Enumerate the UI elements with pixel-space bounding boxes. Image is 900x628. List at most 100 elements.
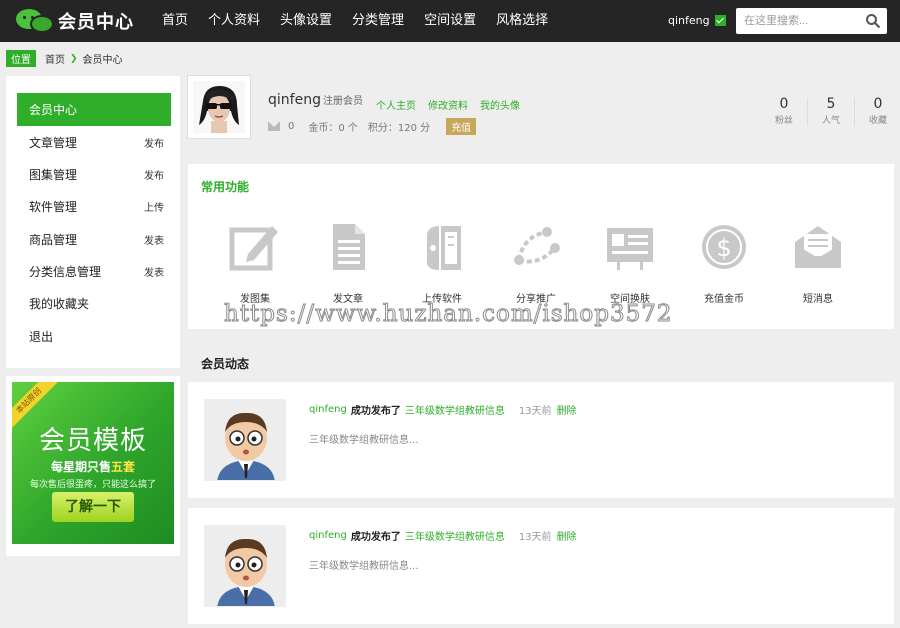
- breadcrumb-home[interactable]: 首页: [45, 51, 65, 66]
- breadcrumb: 位置 首页 ❯ 会员中心: [6, 50, 123, 67]
- sidebar-item-favorites[interactable]: 我的收藏夹: [17, 287, 171, 320]
- sidebar-item-label: 文章管理: [29, 136, 78, 150]
- dropdown-check-icon: [714, 15, 726, 26]
- panel-title: 常用功能: [201, 180, 250, 194]
- main-nav: 首页 个人资料 头像设置 分类管理 空间设置 风格选择: [152, 0, 558, 42]
- link-homepage[interactable]: 个人主页: [376, 97, 416, 112]
- recharge-button[interactable]: 充值: [446, 118, 477, 135]
- activity-line: qinfeng 成功发布了 三年级数学组教研信息 13天前 删除: [309, 528, 577, 543]
- delete-link[interactable]: 删除: [557, 528, 577, 543]
- stat-value: 5: [826, 96, 836, 112]
- sidebar-item-label: 软件管理: [29, 200, 78, 214]
- func-label: 充值金币: [704, 294, 744, 305]
- profile-stats: 0 粉丝 5 人气 0 收藏: [761, 96, 900, 126]
- nav-category-management[interactable]: 分类管理: [342, 0, 414, 42]
- stat-label: 收藏: [868, 116, 887, 126]
- sidebar-item-articles[interactable]: 文章管理 发布: [17, 126, 171, 159]
- message-icon: [795, 226, 841, 268]
- func-share-promote[interactable]: 分享推广: [496, 220, 576, 305]
- sidebar-item-action[interactable]: 发表: [144, 232, 164, 247]
- avatar[interactable]: [204, 525, 286, 607]
- coin-balance: 金币：0 个: [308, 123, 358, 134]
- activity-verb: 成功发布了: [350, 532, 401, 543]
- edit-icon: [229, 226, 278, 271]
- banner-sub-prefix: 每星期只售: [50, 460, 111, 474]
- activity-desc: 三年级数学组教研信息...: [309, 561, 419, 572]
- profile-info: 0 金币：0 个 积分：120 分 充值: [268, 118, 477, 135]
- wechat-logo-icon: [16, 7, 56, 35]
- delete-link[interactable]: 删除: [557, 402, 577, 417]
- search-input[interactable]: [736, 8, 854, 34]
- activity-user[interactable]: qinfeng: [309, 404, 347, 415]
- profile-role: 注册会员: [322, 96, 363, 107]
- sidebar-item-software[interactable]: 软件管理 上传: [17, 190, 171, 223]
- sidebar-item-label: 会员中心: [29, 103, 78, 117]
- sidebar-item-label: 图集管理: [29, 168, 78, 182]
- avatar[interactable]: [204, 399, 286, 481]
- logo[interactable]: 会员中心: [16, 7, 134, 35]
- sidebar-item-label: 退出: [29, 330, 54, 344]
- profile-links: 个人主页 修改资料 我的头像: [376, 97, 520, 112]
- activity-desc: 三年级数学组教研信息...: [309, 435, 419, 446]
- user-menu[interactable]: qinfeng: [668, 14, 726, 27]
- func-recharge-coins[interactable]: $ 充值金币: [684, 220, 764, 305]
- stat-favorites[interactable]: 0 收藏: [855, 96, 900, 126]
- banner-line: 每次售后很蛋疼，只能这么搞了: [29, 480, 156, 490]
- svg-text:$: $: [716, 234, 731, 262]
- sidebar-item-classifieds[interactable]: 分类信息管理 发表: [17, 255, 171, 288]
- banner-sub-highlight: 五套: [111, 460, 136, 474]
- profile-name: qinfeng 注册会员: [268, 92, 363, 108]
- promo-banner[interactable]: 本站原创 会员模板 每星期只售五套 每次售后很蛋疼，只能这么搞了 了解一下: [6, 376, 180, 556]
- nav-space-settings[interactable]: 空间设置: [414, 0, 486, 42]
- message-count: 0: [288, 121, 295, 132]
- sidebar-item-products[interactable]: 商品管理 发表: [17, 223, 171, 256]
- sidebar-item-action[interactable]: 上传: [144, 199, 164, 214]
- activity-target[interactable]: 三年级数学组教研信息: [405, 402, 505, 417]
- share-icon: [514, 227, 560, 265]
- stat-label: 粉丝: [774, 116, 793, 126]
- sidebar-item-action[interactable]: 发布: [144, 135, 164, 150]
- func-post-album[interactable]: 发图集: [215, 220, 295, 305]
- breadcrumb-current: 会员中心: [82, 55, 123, 66]
- avatar: [193, 81, 245, 133]
- func-change-skin[interactable]: 空间换肤: [590, 220, 670, 305]
- activity-item: qinfeng 成功发布了 三年级数学组教研信息 13天前 删除 三年级数学组教…: [188, 508, 894, 624]
- nav-avatar-settings[interactable]: 头像设置: [270, 0, 342, 42]
- activity-user[interactable]: qinfeng: [309, 530, 347, 541]
- func-upload-software[interactable]: 上传软件: [402, 220, 482, 305]
- nav-profile[interactable]: 个人资料: [198, 0, 270, 42]
- watermark-text: https://www.huzhan.com/ishop3572: [223, 301, 673, 328]
- breadcrumb-tag: 位置: [6, 50, 36, 67]
- nav-home[interactable]: 首页: [152, 0, 198, 42]
- stat-value: 0: [873, 96, 883, 112]
- sidebar-item-label: 商品管理: [29, 233, 78, 247]
- sidebar-item-albums[interactable]: 图集管理 发布: [17, 158, 171, 191]
- sidebar-item-action[interactable]: 发布: [144, 167, 164, 182]
- link-my-avatar[interactable]: 我的头像: [480, 97, 520, 112]
- sidebar-item-member-center[interactable]: 会员中心: [17, 93, 171, 126]
- coin-icon: $: [702, 225, 746, 269]
- activity-target[interactable]: 三年级数学组教研信息: [405, 528, 505, 543]
- sidebar-item-logout[interactable]: 退出: [17, 320, 171, 353]
- profile-avatar[interactable]: [187, 75, 251, 139]
- mail-icon[interactable]: [268, 122, 280, 131]
- nav-style-select[interactable]: 风格选择: [486, 0, 558, 42]
- sidebar-item-action[interactable]: 发表: [144, 264, 164, 279]
- stat-fans[interactable]: 0 粉丝: [761, 96, 807, 126]
- banner-title: 会员模板: [38, 426, 147, 456]
- search-icon[interactable]: [865, 13, 881, 29]
- activity-time: 13天前: [518, 406, 552, 417]
- search-box: [736, 8, 887, 34]
- stat-popularity[interactable]: 5 人气: [808, 96, 854, 126]
- sidebar: 会员中心 文章管理 发布 图集管理 发布 软件管理 上传 商品管理 发表 分类信…: [6, 76, 180, 368]
- func-short-message[interactable]: 短消息: [778, 220, 858, 305]
- activity-time: 13天前: [518, 532, 552, 543]
- banner-learn-more-button[interactable]: 了解一下: [52, 492, 134, 522]
- stat-label: 人气: [821, 116, 840, 126]
- document-icon: [333, 224, 365, 270]
- chevron-right-icon: ❯: [70, 53, 78, 64]
- software-icon: [427, 226, 461, 270]
- func-post-article[interactable]: 发文章: [308, 220, 388, 305]
- link-edit-profile[interactable]: 修改资料: [428, 97, 468, 112]
- profile-username: qinfeng: [268, 92, 321, 108]
